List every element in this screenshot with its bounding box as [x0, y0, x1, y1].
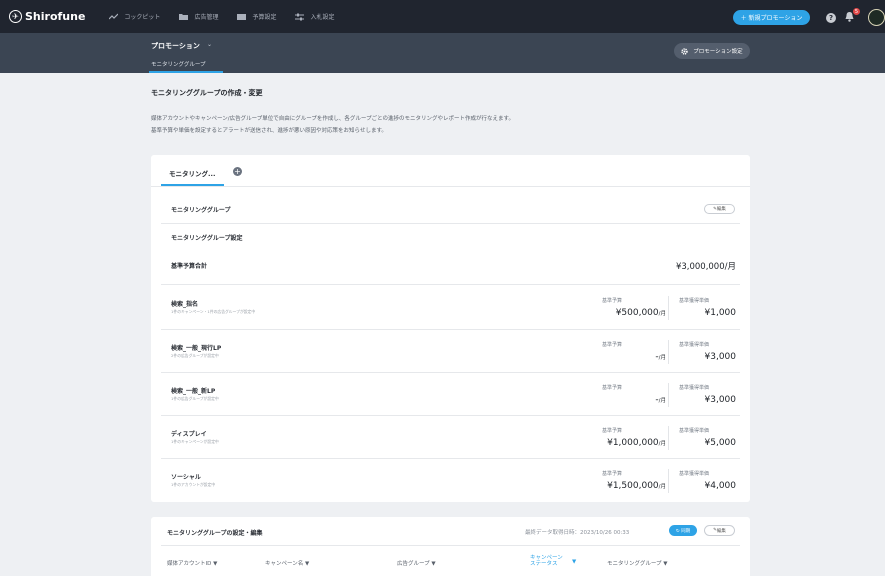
help-icon[interactable]: ?	[826, 13, 836, 23]
page-title: モニタリンググループの作成・変更	[151, 89, 263, 97]
budget-total-value: ¥3,000,000/月	[675, 262, 736, 272]
cpa-value: ¥3,000	[704, 395, 737, 405]
cpa-label: 基準獲得単価	[679, 342, 710, 348]
monitoring-group-title: モニタリンググループ	[171, 207, 231, 214]
divider	[151, 186, 750, 187]
shirofune-logo[interactable]: ✈ Shirofune	[9, 10, 85, 23]
budget-value: -/月	[655, 395, 666, 405]
group-row[interactable]: 検索_一般_現行LP 2件の広告グループが設定中 基準予算 -/月 基準獲得単価…	[151, 330, 750, 374]
add-group-icon[interactable]: +	[233, 167, 242, 176]
cpa-value: ¥3,000	[704, 352, 737, 362]
filter-icon[interactable]: ▼	[572, 559, 576, 565]
monitoring-group-card: モニタリング... + モニタリンググループ ✎ 編集 モニタリンググループ設定…	[151, 155, 750, 502]
divider	[668, 340, 669, 364]
divider	[161, 545, 740, 546]
wallet-icon	[237, 14, 247, 20]
sync-button[interactable]: ↻ 同期	[669, 525, 697, 536]
monitoring-group-edit-card: モニタリンググループの設定・編集 最終データ取得日時：2023/10/26 00…	[151, 517, 750, 576]
column-header-campaign-name[interactable]: キャンペーン名 ▼	[265, 559, 309, 567]
group-summary: 1件の広告グループが設定中	[171, 396, 219, 401]
top-navigation-bar: ✈ Shirofune コックピット 広告管理 予算設定 入札設定 ＋ 新規プロ…	[0, 0, 885, 33]
group-row[interactable]: ディスプレイ 1件のキャンペーンが設定中 基準予算 ¥1,000,000/月 基…	[151, 416, 750, 460]
sliders-icon	[295, 13, 305, 20]
cpa-label: 基準獲得単価	[679, 298, 710, 304]
budget-label: 基準予算	[602, 428, 623, 434]
budget-value: ¥1,000,000/月	[607, 438, 666, 448]
page-description-1: 媒体アカウントやキャンペーン/広告グループ単位で自由にグループを作成し、各グルー…	[151, 116, 514, 122]
chevron-down-icon[interactable]: ⌄	[207, 41, 212, 48]
budget-total-label: 基準予算合計	[171, 263, 208, 270]
last-fetch-timestamp: 最終データ取得日時：2023/10/26 00:33	[525, 530, 630, 536]
cpa-label: 基準獲得単価	[679, 471, 710, 477]
group-summary: 1件のキャンペーンが設定中	[171, 439, 219, 444]
promotion-subheader: プロモーション ⌄ モニタリンググループ	[0, 33, 885, 73]
promotion-title[interactable]: プロモーション	[151, 41, 200, 51]
cpa-value: ¥1,000	[704, 308, 737, 318]
nav-item-bid-settings[interactable]: 入札設定	[295, 12, 334, 21]
tab-monitoring-group[interactable]: モニタリンググループ	[151, 60, 206, 68]
cpa-label: 基準獲得単価	[679, 385, 710, 391]
divider	[161, 284, 740, 285]
edit-settings-button[interactable]: ✎ 編集	[704, 525, 735, 536]
nav-item-ad-management[interactable]: 広告管理	[179, 12, 218, 21]
group-name: 検索_一般_現行LP	[171, 345, 222, 352]
trend-icon	[109, 13, 119, 20]
cpa-value: ¥4,000	[704, 481, 737, 491]
notification-badge: 5	[853, 8, 860, 15]
tab-monitoring-group-1[interactable]: モニタリング...	[169, 168, 215, 178]
budget-label: 基準予算	[602, 298, 623, 304]
divider	[668, 426, 669, 450]
divider	[668, 469, 669, 493]
group-row[interactable]: 検索_一般_新LP 1件の広告グループが設定中 基準予算 -/月 基準獲得単価 …	[151, 373, 750, 417]
new-promotion-button[interactable]: ＋ 新規プロモーション	[733, 10, 810, 25]
folder-icon	[179, 14, 189, 20]
column-header-campaign-status[interactable]: キャンペーン ステータス	[530, 555, 563, 567]
group-summary: 1件のキャンペーン・1件の広告グループが設定中	[171, 309, 256, 314]
group-summary: 2件の広告グループが設定中	[171, 353, 219, 358]
column-header-monitoring-group[interactable]: モニタリンググループ ▼	[607, 559, 668, 567]
group-name: 検索_一般_新LP	[171, 388, 216, 395]
cpa-value: ¥5,000	[704, 438, 737, 448]
budget-label: 基準予算	[602, 385, 623, 391]
cpa-label: 基準獲得単価	[679, 428, 710, 434]
logo-mark-icon: ✈	[9, 10, 22, 23]
active-tab-indicator	[149, 71, 223, 73]
divider	[668, 296, 669, 320]
group-row[interactable]: ソーシャル 1件のアカウントが設定中 基準予算 ¥1,500,000/月 基準獲…	[151, 459, 750, 503]
logo-text: Shirofune	[25, 10, 86, 23]
edit-group-button[interactable]: ✎ 編集	[704, 204, 735, 214]
edit-section-title: モニタリンググループの設定・編集	[167, 530, 263, 537]
group-name: ディスプレイ	[171, 431, 207, 438]
monitoring-group-settings-title: モニタリンググループ設定	[171, 235, 243, 242]
divider	[161, 223, 740, 224]
group-row[interactable]: 検索_指名 1件のキャンペーン・1件の広告グループが設定中 基準予算 ¥500,…	[151, 286, 750, 330]
budget-label: 基準予算	[602, 471, 623, 477]
budget-value: ¥1,500,000/月	[607, 481, 666, 491]
gear-icon	[681, 47, 688, 55]
budget-value: -/月	[655, 352, 666, 362]
group-summary: 1件のアカウントが設定中	[171, 482, 216, 487]
budget-label: 基準予算	[602, 342, 623, 348]
group-name: 検索_指名	[171, 301, 199, 308]
page-description-2: 基準予算や単価を設定するとアラートが送信され、進捗が悪い原因や対応策をお知らせし…	[151, 128, 387, 134]
nav-item-cockpit[interactable]: コックピット	[109, 12, 160, 21]
column-header-account-id[interactable]: 媒体アカウントID ▼	[167, 559, 217, 567]
group-name: ソーシャル	[171, 474, 201, 481]
budget-value: ¥500,000/月	[615, 308, 666, 318]
nav-item-budget-settings[interactable]: 予算設定	[237, 12, 276, 21]
promotion-settings-button[interactable]: プロモーション設定	[674, 43, 750, 59]
divider	[668, 383, 669, 407]
column-header-ad-group[interactable]: 広告グループ ▼	[397, 559, 436, 567]
user-avatar[interactable]	[868, 9, 885, 26]
